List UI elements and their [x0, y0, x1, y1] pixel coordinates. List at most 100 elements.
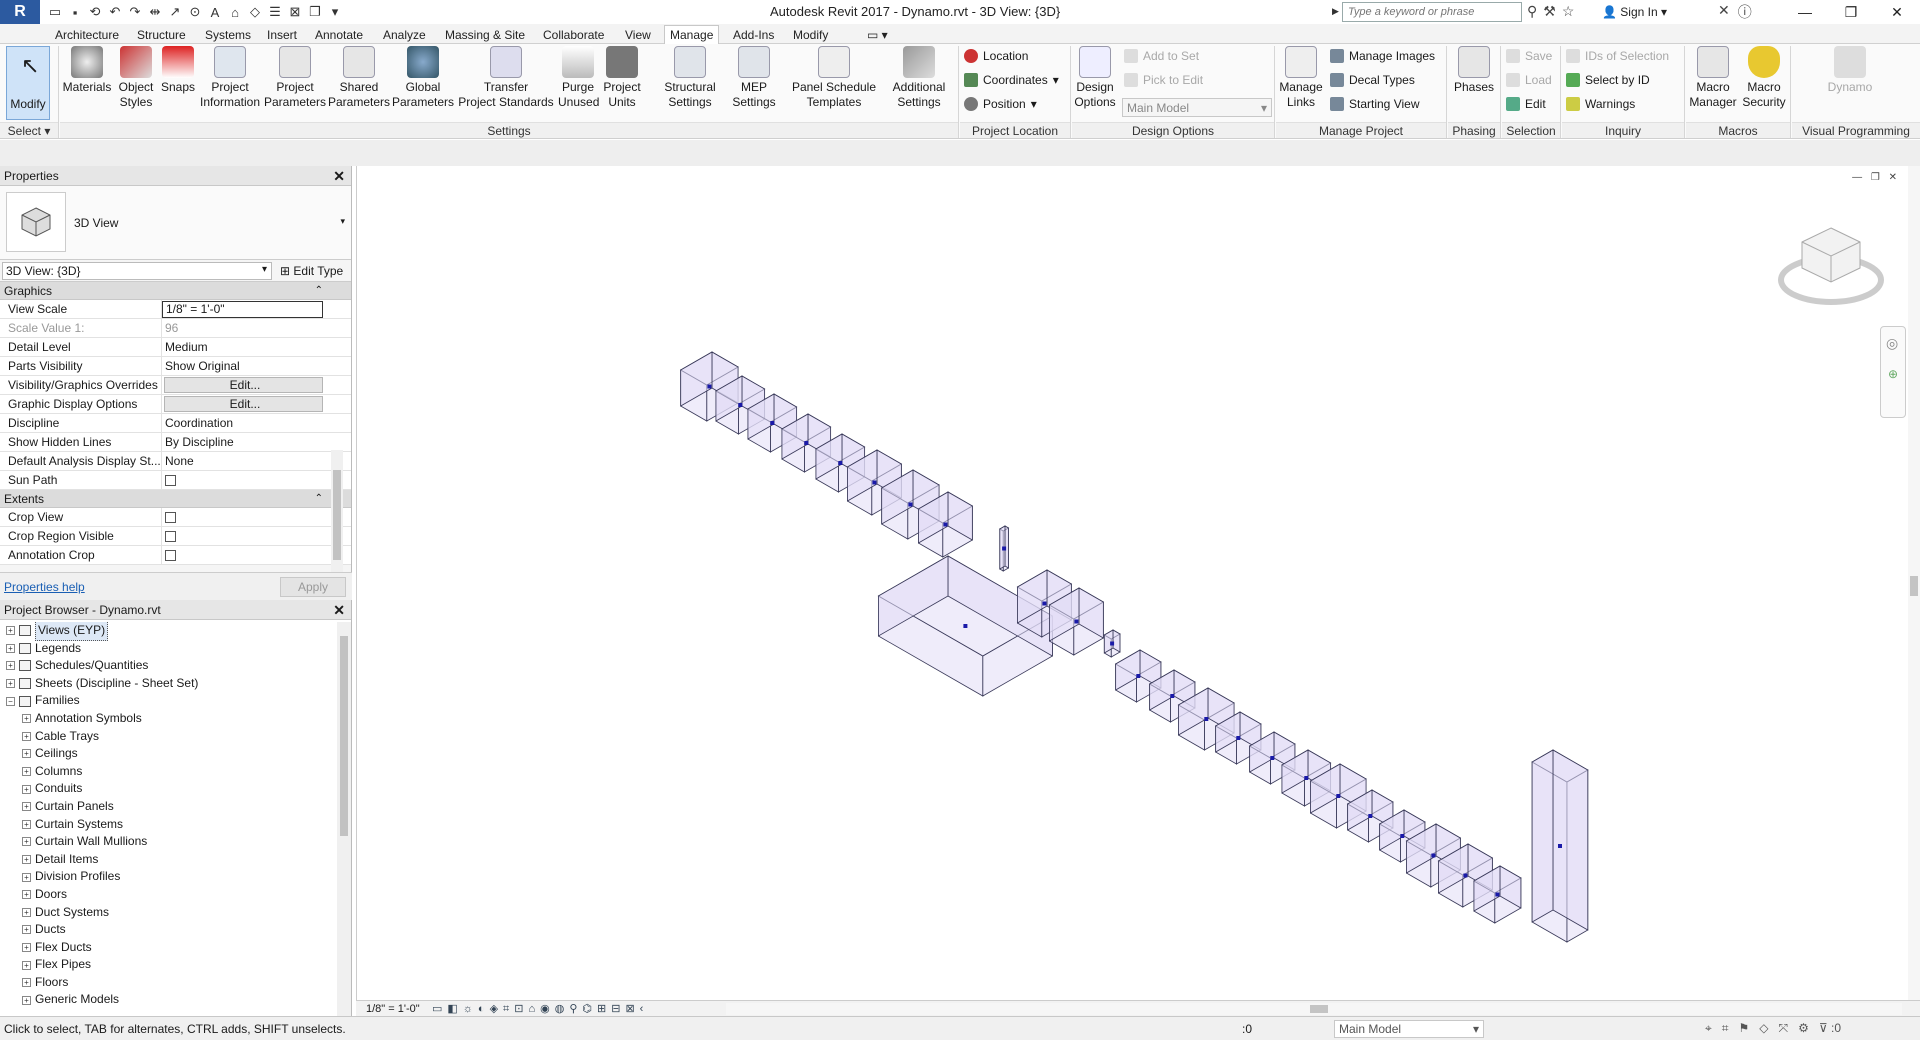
close-hidden-icon[interactable]: ⊠ [286, 4, 304, 20]
type-selector[interactable]: 3D View ▾ [0, 186, 351, 260]
minimize-icon[interactable]: — [1782, 0, 1828, 24]
element-marker[interactable] [1304, 776, 1309, 780]
tree-node[interactable]: + Detail Items [0, 851, 336, 869]
scroll-thumb[interactable] [340, 636, 348, 836]
decal-types-button[interactable]: Decal Types [1330, 70, 1415, 90]
view-window-controls[interactable]: — ❐ ✕ [1852, 172, 1900, 183]
tree-node[interactable]: + Curtain Wall Mullions [0, 833, 336, 851]
expand-icon[interactable]: + [6, 626, 15, 636]
active-design-option[interactable]: Main Model ▾ [1334, 1020, 1484, 1038]
switch-windows-icon[interactable]: ❐ [306, 4, 324, 20]
tag-icon[interactable]: ⊙ [186, 4, 204, 20]
element-marker[interactable] [838, 461, 843, 465]
dimension-icon[interactable]: ↗ [166, 4, 184, 20]
macro-security-button[interactable]: Macro Security [1740, 46, 1788, 120]
additional-settings-button[interactable]: Additional Settings [884, 46, 954, 120]
viewport-horizontal-scrollbar[interactable] [726, 1003, 1902, 1015]
select-by-id-button[interactable]: Select by ID [1566, 70, 1650, 90]
tree-node[interactable]: + Curtain Panels [0, 798, 336, 816]
element-marker[interactable] [707, 384, 712, 389]
expand-icon[interactable]: + [22, 960, 31, 970]
worksharing-icon[interactable]: ⚲ [569, 1001, 577, 1017]
tab-architecture[interactable]: Architecture [50, 26, 124, 44]
expand-icon[interactable]: + [22, 819, 31, 829]
tree-node[interactable]: + Floors [0, 974, 336, 992]
close-icon[interactable]: ✕ [333, 166, 345, 186]
modify-button[interactable]: ↖ Modify [6, 46, 50, 120]
element-marker[interactable] [1236, 736, 1241, 740]
coordinates-button[interactable]: Coordinates ▾ [964, 70, 1059, 90]
highlight-icon[interactable]: ⊞ [597, 1001, 606, 1017]
element-marker[interactable] [1170, 694, 1175, 698]
manage-links-button[interactable]: Manage Links [1278, 46, 1324, 120]
expand-icon[interactable]: + [22, 925, 31, 935]
select-pinned-icon[interactable]: ⚑ [1739, 1021, 1750, 1036]
crop-icon[interactable]: ⌗ [503, 1001, 509, 1017]
purge-unused-button[interactable]: Purge Unused [558, 46, 599, 120]
expand-icon[interactable]: + [6, 661, 15, 671]
element-marker[interactable] [908, 502, 913, 507]
element-marker[interactable] [1002, 546, 1007, 551]
load-selection-button[interactable]: Load [1506, 70, 1552, 90]
tree-node[interactable]: + Views (EYP) [0, 622, 336, 641]
element-marker[interactable] [1463, 873, 1468, 878]
element-marker[interactable] [963, 624, 968, 628]
exchange-icon[interactable]: ✕ [1718, 2, 1730, 22]
shadows-icon[interactable]: ◐ [478, 1001, 485, 1017]
select-panel-label[interactable]: Select ▾ [0, 122, 58, 138]
expand-icon[interactable]: + [22, 749, 31, 759]
help-icon[interactable]: ⓘ [1738, 2, 1752, 22]
scroll-thumb[interactable] [1310, 1005, 1328, 1013]
steering-wheel-icon[interactable]: ◎ [1886, 335, 1898, 352]
scroll-left-icon[interactable]: ‹ [640, 1001, 644, 1017]
tab-manage[interactable]: Manage [664, 25, 720, 45]
expand-icon[interactable]: + [22, 978, 31, 988]
viewport-vertical-scrollbar[interactable] [1908, 166, 1920, 1000]
properties-help-link[interactable]: Properties help [4, 580, 85, 594]
tree-node[interactable]: + Schedules/Quantities [0, 657, 336, 675]
macro-manager-button[interactable]: Macro Manager [1688, 46, 1738, 120]
element-marker[interactable] [1270, 756, 1275, 760]
scroll-thumb[interactable] [1910, 576, 1918, 596]
snaps-button[interactable]: Snaps [160, 46, 196, 120]
element-marker[interactable] [1558, 844, 1562, 848]
position-button[interactable]: Position ▾ [964, 94, 1037, 114]
project-parameters-button[interactable]: Project Parameters [264, 46, 326, 120]
element-marker[interactable] [1431, 853, 1436, 858]
filter-icon[interactable]: ⊽ :0 [1819, 1021, 1841, 1036]
collapse-icon[interactable]: ⌃ [315, 490, 323, 508]
view-scale-control[interactable]: 1/8" = 1'-0" [366, 1001, 420, 1017]
property-checkbox[interactable] [165, 550, 176, 561]
structural-settings-button[interactable]: Structural Settings [660, 46, 720, 120]
element-marker[interactable] [1400, 834, 1405, 838]
global-parameters-button[interactable]: Global Parameters [392, 46, 454, 120]
property-value[interactable]: Medium [162, 338, 329, 356]
edit-type-button[interactable]: ⊞ Edit Type [280, 264, 343, 278]
expand-icon[interactable]: + [22, 802, 31, 812]
thin-lines-icon[interactable]: ☰ [266, 4, 284, 20]
property-edit-button[interactable]: Edit... [164, 396, 323, 412]
element-marker[interactable] [1110, 641, 1115, 646]
element-marker[interactable] [1204, 717, 1209, 721]
tree-node[interactable]: + Flex Pipes [0, 956, 336, 974]
background-process-icon[interactable]: ⚙ [1798, 1021, 1809, 1036]
ribbon-minimize-icon[interactable]: ▭ ▾ [862, 26, 893, 44]
expand-icon[interactable]: + [22, 767, 31, 777]
starting-view-button[interactable]: Starting View [1330, 94, 1419, 114]
materials-button[interactable]: Materials [62, 46, 112, 120]
expand-icon[interactable]: + [22, 995, 31, 1005]
property-group-header[interactable]: Extents ⌃ [0, 490, 351, 508]
element-marker[interactable] [1042, 601, 1047, 606]
render-icon[interactable]: ◈ [490, 1001, 498, 1017]
tab-add-ins[interactable]: Add-Ins [728, 26, 779, 44]
element-marker[interactable] [1495, 892, 1500, 897]
expand-icon[interactable]: + [22, 837, 31, 847]
subscription-icon[interactable]: ⚒ [1543, 3, 1556, 20]
3d-viewport[interactable]: — ❐ ✕ ◎ ⊕ [356, 166, 1920, 1000]
tab-systems[interactable]: Systems [200, 26, 256, 44]
navigation-bar[interactable]: ◎ ⊕ [1880, 326, 1906, 418]
project-information-button[interactable]: Project Information [198, 46, 262, 120]
select-links-icon[interactable]: ⌖ [1705, 1021, 1712, 1036]
close-icon[interactable]: ✕ [333, 600, 345, 620]
manage-images-button[interactable]: Manage Images [1330, 46, 1435, 66]
